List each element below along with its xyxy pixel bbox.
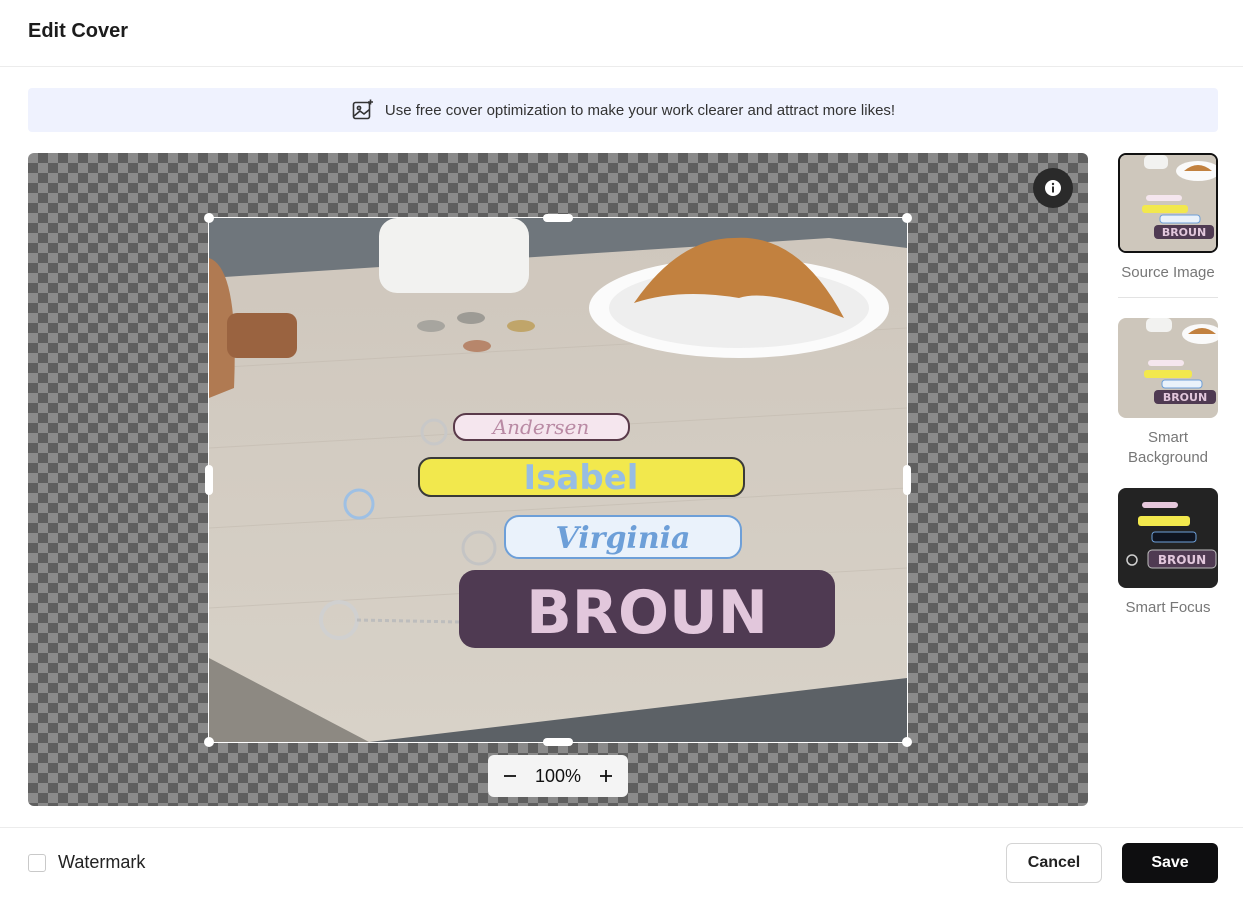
image-sparkle-icon xyxy=(352,99,373,120)
crop-handle-left[interactable] xyxy=(205,465,213,495)
keychain-andersen: Andersen xyxy=(491,415,590,439)
zoom-control: 100% xyxy=(488,755,628,797)
keychain-virginia: Virginia xyxy=(556,521,691,556)
zoom-in-button[interactable] xyxy=(596,766,616,786)
smart-background-thumbnail[interactable]: BROUN xyxy=(1118,318,1218,418)
crop-handle-top[interactable] xyxy=(543,214,573,222)
watermark-checkbox[interactable] xyxy=(28,854,46,872)
source-image-thumbnail[interactable]: BROUN xyxy=(1118,153,1218,253)
crop-handle-top-right[interactable] xyxy=(902,213,912,223)
crop-handle-top-left[interactable] xyxy=(204,213,214,223)
watermark-label[interactable]: Watermark xyxy=(58,852,145,873)
minus-icon xyxy=(504,775,516,777)
crop-handle-bottom[interactable] xyxy=(543,738,573,746)
option-label-source-image: Source Image xyxy=(1121,264,1215,281)
dialog-title: Edit Cover xyxy=(28,20,129,42)
info-icon xyxy=(1045,180,1061,196)
cover-photo: Andersen Isabel Virginia BROUN xyxy=(209,218,907,742)
cover-options: BROUN Source Image BROUN Smart Backgroun… xyxy=(1118,153,1218,618)
cancel-button[interactable]: Cancel xyxy=(1006,843,1102,883)
option-label-smart-focus: Smart Focus xyxy=(1125,599,1211,616)
optimization-banner[interactable]: Use free cover optimization to make your… xyxy=(28,88,1218,132)
info-button[interactable] xyxy=(1033,168,1073,208)
svg-text:BROUN: BROUN xyxy=(1158,553,1206,567)
crop-handle-bottom-left[interactable] xyxy=(204,737,214,747)
crop-handle-right[interactable] xyxy=(903,465,911,495)
zoom-out-button[interactable] xyxy=(500,766,520,786)
option-smart-focus[interactable]: BROUN Smart Focus xyxy=(1118,488,1218,618)
keychain-isabel: Isabel xyxy=(524,458,639,498)
svg-text:BROUN: BROUN xyxy=(1163,391,1207,404)
dialog-header: Edit Cover xyxy=(0,0,1243,67)
keychain-broun: BROUN xyxy=(526,578,768,648)
banner-text: Use free cover optimization to make your… xyxy=(384,101,896,119)
smart-focus-thumbnail[interactable]: BROUN xyxy=(1118,488,1218,588)
options-divider xyxy=(1118,297,1218,298)
save-button[interactable]: Save xyxy=(1122,843,1218,883)
option-smart-background[interactable]: BROUN Smart Background xyxy=(1118,318,1218,468)
option-label-smart-background: Smart Background xyxy=(1127,429,1209,466)
zoom-level: 100% xyxy=(534,765,582,786)
dialog-footer: Watermark Cancel Save xyxy=(0,827,1243,898)
crop-handle-bottom-right[interactable] xyxy=(902,737,912,747)
option-source-image[interactable]: BROUN Source Image xyxy=(1118,153,1218,283)
svg-text:BROUN: BROUN xyxy=(1162,226,1206,239)
crop-canvas[interactable]: Andersen Isabel Virginia BROUN 100% xyxy=(28,153,1088,806)
plus-icon xyxy=(599,770,612,782)
crop-area[interactable]: Andersen Isabel Virginia BROUN xyxy=(208,217,908,743)
